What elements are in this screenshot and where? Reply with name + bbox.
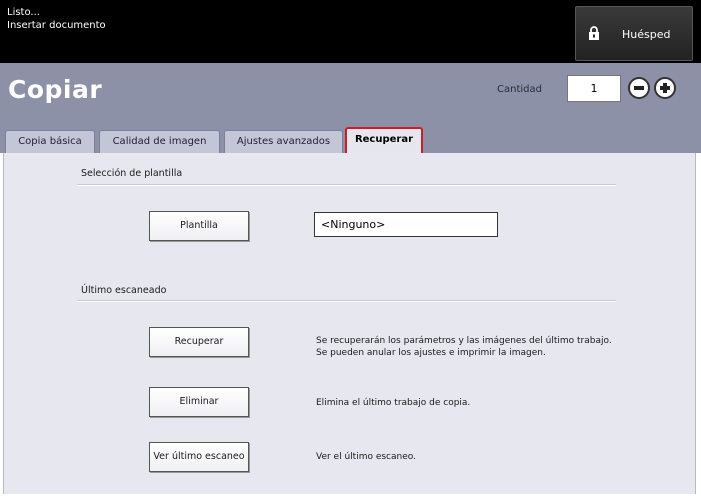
recover-description-line: Se recuperarán los parámetros y las imág… xyxy=(316,336,612,346)
status-bar: Listo... Insertar documento Huésped xyxy=(0,0,701,63)
recover-description: Se recuperarán los parámetros y las imág… xyxy=(316,335,612,359)
bottom-edge xyxy=(0,494,701,501)
tab-advanced-settings[interactable]: Ajustes avanzados xyxy=(224,130,343,153)
quantity-input[interactable]: 1 xyxy=(567,75,621,102)
view-last-scan-description: Ver el último escaneo. xyxy=(316,452,416,462)
view-last-scan-button[interactable]: Ver último escaneo xyxy=(149,442,249,472)
recover-panel xyxy=(3,153,696,494)
status-message: Listo... Insertar documento xyxy=(7,6,106,32)
page-title: Copiar xyxy=(8,75,103,104)
tab-bar: Copia básica Calidad de imagen Ajustes a… xyxy=(0,127,701,153)
template-button[interactable]: Plantilla xyxy=(149,211,249,241)
delete-button[interactable]: Eliminar xyxy=(149,387,249,417)
tab-image-quality[interactable]: Calidad de imagen xyxy=(99,130,220,153)
decrease-quantity-button[interactable] xyxy=(628,77,650,99)
recover-button[interactable]: Recuperar xyxy=(149,327,249,357)
recover-description-line: Se pueden anular los ajustes e imprimir … xyxy=(316,348,546,358)
tab-basic-copy[interactable]: Copia básica xyxy=(5,130,95,153)
section-divider xyxy=(77,301,616,302)
template-value-field: <Ninguno> xyxy=(314,212,498,237)
guest-user-button[interactable]: Huésped xyxy=(575,6,693,61)
increase-quantity-button[interactable] xyxy=(654,77,676,99)
status-line-ready: Listo... xyxy=(7,7,40,18)
minus-icon xyxy=(634,86,644,90)
last-scan-section-title: Último escaneado xyxy=(81,285,167,296)
lock-user-icon xyxy=(589,26,599,40)
guest-user-label: Huésped xyxy=(622,28,671,41)
quantity-label: Cantidad xyxy=(497,84,542,95)
status-line-instruction: Insertar documento xyxy=(7,20,106,31)
delete-description: Elimina el último trabajo de copia. xyxy=(316,398,471,408)
section-divider xyxy=(77,185,616,186)
template-section-title: Selección de plantilla xyxy=(81,168,183,179)
tab-recover[interactable]: Recuperar xyxy=(345,127,423,153)
